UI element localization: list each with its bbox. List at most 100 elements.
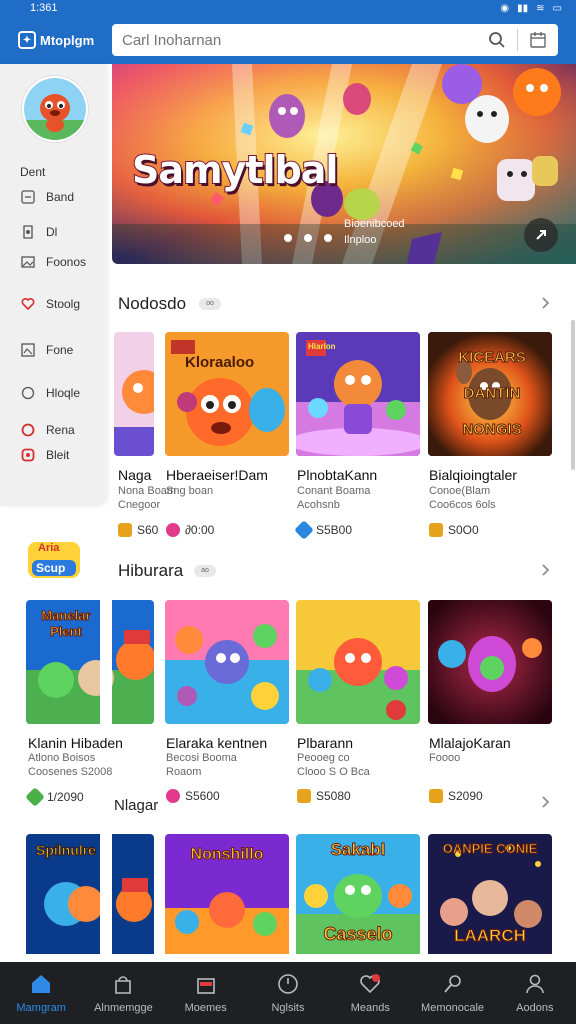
tab-mamgram[interactable]: Mamgram xyxy=(0,962,82,1024)
tab-alnmemgge[interactable]: Alnmemgge xyxy=(82,962,164,1024)
game-title[interactable]: Plbarann xyxy=(297,735,353,751)
tab-label: Nglsits xyxy=(271,1002,305,1014)
person-icon xyxy=(523,972,547,996)
price-value: S0O0 xyxy=(448,523,479,537)
tab-label: Meands xyxy=(350,1002,390,1014)
app-name: Mtoplgm xyxy=(40,32,95,48)
game-thumbnail[interactable]: Kloraaloo xyxy=(165,332,289,456)
heart-icon xyxy=(166,789,180,803)
mic-icon xyxy=(441,972,465,996)
sidebar-item-fone[interactable]: Fone xyxy=(20,342,73,358)
tile-art-label: OANPIE CONIE xyxy=(442,841,538,856)
game-thumbnail[interactable]: Sakabl Casselo xyxy=(296,834,420,958)
tile-art-label: Kloraaloo xyxy=(185,354,255,371)
tab-moemes[interactable]: Moemes xyxy=(165,962,247,1024)
sidebar-item-label: Hloqle xyxy=(46,386,81,400)
game-thumbnail[interactable]: Spilnulre xyxy=(26,834,154,958)
game-meta-line: Acohsnb xyxy=(297,499,340,511)
home-icon xyxy=(29,972,53,996)
price-value: S5600 xyxy=(185,789,220,803)
game-meta-line: Coosenes S2008 xyxy=(28,766,113,778)
game-meta-line: Conant Boama xyxy=(297,485,371,497)
compass-icon xyxy=(276,972,300,996)
game-thumbnail[interactable]: OANPIE CONIE LAARCH xyxy=(428,834,552,958)
game-meta: Atlono Boisos Coosenes S2008 xyxy=(28,751,112,779)
game-meta: Peooeg co Clooo S O Bca xyxy=(297,751,370,779)
tab-nglsits[interactable]: Nglsits xyxy=(247,962,329,1024)
photo-icon xyxy=(20,342,36,358)
chevron-right-icon[interactable] xyxy=(540,564,552,576)
tile-art-label: Manelar Plent xyxy=(41,608,91,640)
chevron-right-icon[interactable] xyxy=(540,297,552,309)
game-thumbnail[interactable] xyxy=(114,332,154,456)
game-thumbnail[interactable] xyxy=(296,600,420,724)
scrollbar[interactable] xyxy=(571,320,575,470)
location-icon: ◉ xyxy=(500,2,510,14)
top-bar: ✦ Mtoplgm xyxy=(0,16,576,64)
game-thumbnail[interactable] xyxy=(165,600,289,724)
search-input[interactable] xyxy=(122,31,477,49)
game-title[interactable]: Bialqioingtaler xyxy=(429,467,517,483)
sidebar-item-rena[interactable]: Rena xyxy=(20,422,75,438)
wifi-icon: ≋ xyxy=(536,2,545,14)
heart-icon xyxy=(166,523,180,537)
sidebar-item-dl[interactable]: Dl xyxy=(20,224,57,240)
game-price: S0O0 xyxy=(429,523,479,537)
sidebar-item-label: Dl xyxy=(46,225,58,239)
banner-subtitle: Bioenibcoed Ilnploo xyxy=(344,216,405,248)
game-title[interactable]: Naga xyxy=(118,467,151,483)
sidebar-drawer: Dent Band Dl Foonos Stoolg Fone Hloqle R… xyxy=(0,64,106,506)
target-icon xyxy=(20,422,36,438)
game-thumbnail[interactable] xyxy=(428,600,552,724)
tab-memonocale[interactable]: Memonocale xyxy=(411,962,493,1024)
price-value: ∂0:00 xyxy=(185,523,215,537)
tab-label: Alnmemgge xyxy=(94,1002,153,1014)
sidebar-item-foonos[interactable]: Foonos xyxy=(20,254,86,270)
sidebar-item-stoolg[interactable]: Stoolg xyxy=(20,296,80,312)
coin-icon xyxy=(297,789,311,803)
sidebar-item-label: Fone xyxy=(46,343,74,357)
game-title[interactable]: Elaraka kentnen xyxy=(166,735,267,751)
game-price: S5600 xyxy=(166,789,220,803)
game-meta: Sng boan xyxy=(166,484,213,498)
tab-meands[interactable]: Meands xyxy=(329,962,411,1024)
avatar[interactable] xyxy=(22,76,88,142)
game-thumbnail[interactable]: Nonshillo xyxy=(165,834,289,958)
tile-art-label: KICEARS DANTIN NONGIS xyxy=(458,349,527,439)
app-logo[interactable]: ✦ Mtoplgm xyxy=(18,31,112,49)
game-title[interactable]: Klanin Hibaden xyxy=(28,735,123,751)
tile-art-label: Spilnulre xyxy=(36,842,97,859)
game-price: S60 xyxy=(118,523,158,537)
tab-label: Aodons xyxy=(516,1002,554,1014)
gem-icon xyxy=(25,787,45,807)
game-meta-line: Clooo S O Bca xyxy=(297,766,370,778)
section-title: Nlagar xyxy=(114,797,159,814)
hero-banner[interactable]: Samytlbal Bioenibcoed Ilnploo xyxy=(112,64,576,264)
tile-art-label: Nonshillo xyxy=(190,846,264,864)
game-thumbnail[interactable]: Hlarlon xyxy=(296,332,420,456)
game-title[interactable]: MlalajoKaran xyxy=(429,735,511,751)
sidebar-item-band[interactable]: Band xyxy=(20,189,74,205)
game-meta-line: Foooo xyxy=(429,752,461,764)
game-meta-line: Atlono Boisos xyxy=(28,752,96,764)
game-title[interactable]: Hberaeiser!Dam xyxy=(166,467,268,483)
game-thumbnail[interactable]: KICEARS DANTIN NONGIS xyxy=(428,332,552,456)
calendar-icon[interactable] xyxy=(518,24,558,56)
heart-icon xyxy=(358,972,382,996)
sidebar-item-hloqle[interactable]: Hloqle xyxy=(20,385,80,401)
sidebar-item-bleit[interactable]: Bleit xyxy=(20,447,69,463)
game-title[interactable]: PlnobtaKann xyxy=(297,467,377,483)
price-value: S5B00 xyxy=(316,523,353,537)
carousel-dot[interactable] xyxy=(304,234,312,242)
promo-logo[interactable]: Aria Scup xyxy=(24,540,84,580)
carousel-dots[interactable] xyxy=(284,234,332,242)
carousel-dot[interactable] xyxy=(284,234,292,242)
search-bar xyxy=(112,24,558,56)
search-icon[interactable] xyxy=(477,24,517,56)
tab-aodons[interactable]: Aodons xyxy=(494,962,576,1024)
banner-action-button[interactable] xyxy=(524,218,558,252)
game-thumbnail[interactable]: Manelar Plent xyxy=(26,600,154,724)
carousel-dot[interactable] xyxy=(324,234,332,242)
chat-icon xyxy=(20,385,36,401)
chevron-right-icon[interactable] xyxy=(540,796,552,808)
